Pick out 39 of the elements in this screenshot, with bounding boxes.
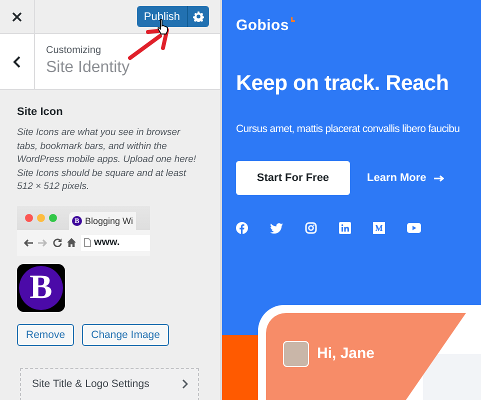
youtube-icon[interactable] (407, 223, 421, 233)
forward-arrow-icon (38, 238, 48, 246)
back-icon[interactable] (13, 56, 21, 68)
image-button[interactable]: Remove (17, 324, 74, 346)
home-icon (67, 238, 76, 247)
greeting-text: Hi, Jane (317, 344, 375, 364)
avatar-placeholder (283, 341, 309, 367)
hero-headline: Keep on track. Reach (236, 71, 450, 96)
description-text: Site Icons are what you see in browser tabs, bookmark bars, and within the WordPress mobile apps. Upload one here! Site Icons should be square and at least 512 × 512 pixels. (17, 126, 198, 194)
back-arrow-icon (23, 238, 33, 246)
tab-title: Blogging Wi (85, 216, 134, 226)
medium-icon[interactable] (373, 222, 385, 234)
linkedin-icon[interactable] (339, 222, 351, 234)
learn-more-link[interactable]: Learn More (367, 172, 444, 184)
breadcrumb-label: Customizing (46, 45, 102, 56)
start-button[interactable]: Start For Free (236, 161, 350, 195)
section-heading: Site Icon (17, 106, 64, 118)
window-dot-icon (37, 214, 45, 222)
chevron-icon (182, 379, 188, 389)
settings-icon (193, 11, 204, 22)
window-dot-icon (49, 214, 57, 222)
page-icon (84, 238, 91, 247)
logo-mark-icon (290, 17, 295, 22)
window-dot-icon (25, 214, 33, 222)
panel-title: Site Identity (46, 59, 130, 77)
arrow-right-icon (434, 174, 444, 182)
site-icon-letter: B (19, 266, 63, 310)
twitter-icon[interactable] (270, 222, 283, 234)
image-button[interactable]: Change Image (82, 324, 169, 346)
reload-icon (53, 238, 62, 247)
publish-button[interactable]: Publish (136, 6, 187, 27)
facebook-icon[interactable] (236, 222, 248, 234)
close-icon[interactable] (12, 12, 22, 22)
hero-text: Cursus amet, mattis placerat convallis libero faucibu (236, 123, 461, 135)
settings-button[interactable] (187, 6, 209, 27)
instagram-icon[interactable] (305, 222, 317, 234)
address-text: www. (94, 237, 120, 248)
section-link[interactable]: Site Title & Logo Settings (20, 368, 199, 400)
site-logo[interactable]: Gobios (236, 17, 289, 34)
